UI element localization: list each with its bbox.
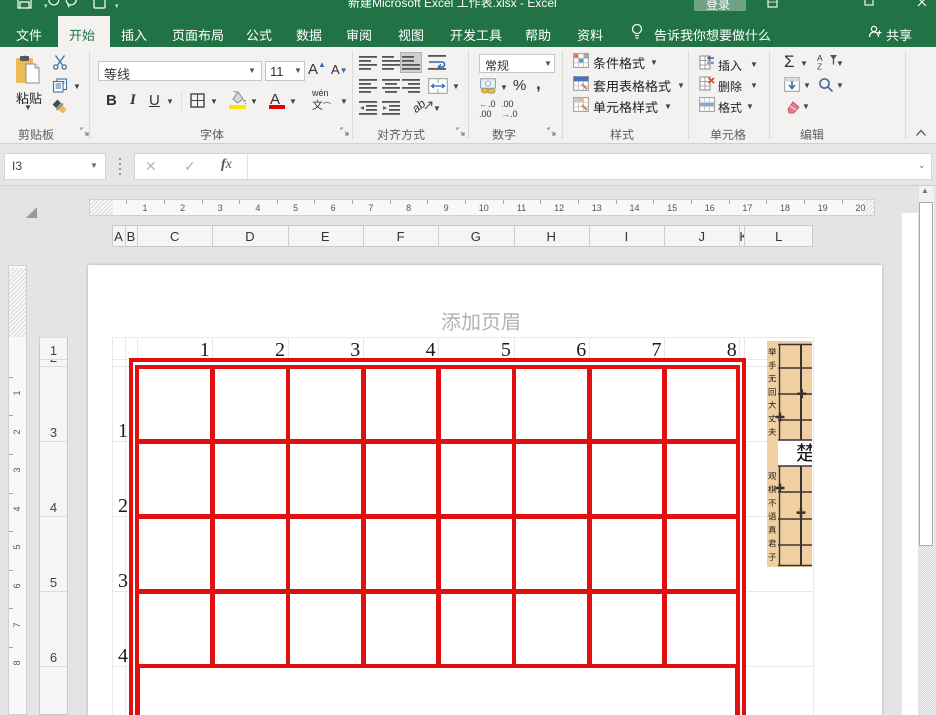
svg-text:举: 举 — [768, 346, 777, 358]
svg-text:真: 真 — [768, 524, 777, 536]
svg-text:棋: 棋 — [768, 484, 777, 496]
svg-text:夫: 夫 — [768, 426, 777, 438]
svg-text:大: 大 — [768, 399, 777, 411]
svg-text:手: 手 — [768, 359, 777, 371]
svg-text:观: 观 — [768, 470, 777, 482]
svg-text:回: 回 — [768, 386, 777, 398]
svg-text:不: 不 — [768, 497, 777, 509]
svg-text:君: 君 — [768, 538, 777, 550]
svg-text:Z: Z — [817, 62, 822, 71]
svg-text:子: 子 — [768, 551, 777, 563]
svg-text:丈: 丈 — [768, 413, 777, 425]
svg-text:无: 无 — [768, 373, 777, 385]
svg-text:楚: 楚 — [796, 437, 812, 466]
svg-text:语: 语 — [768, 511, 777, 523]
